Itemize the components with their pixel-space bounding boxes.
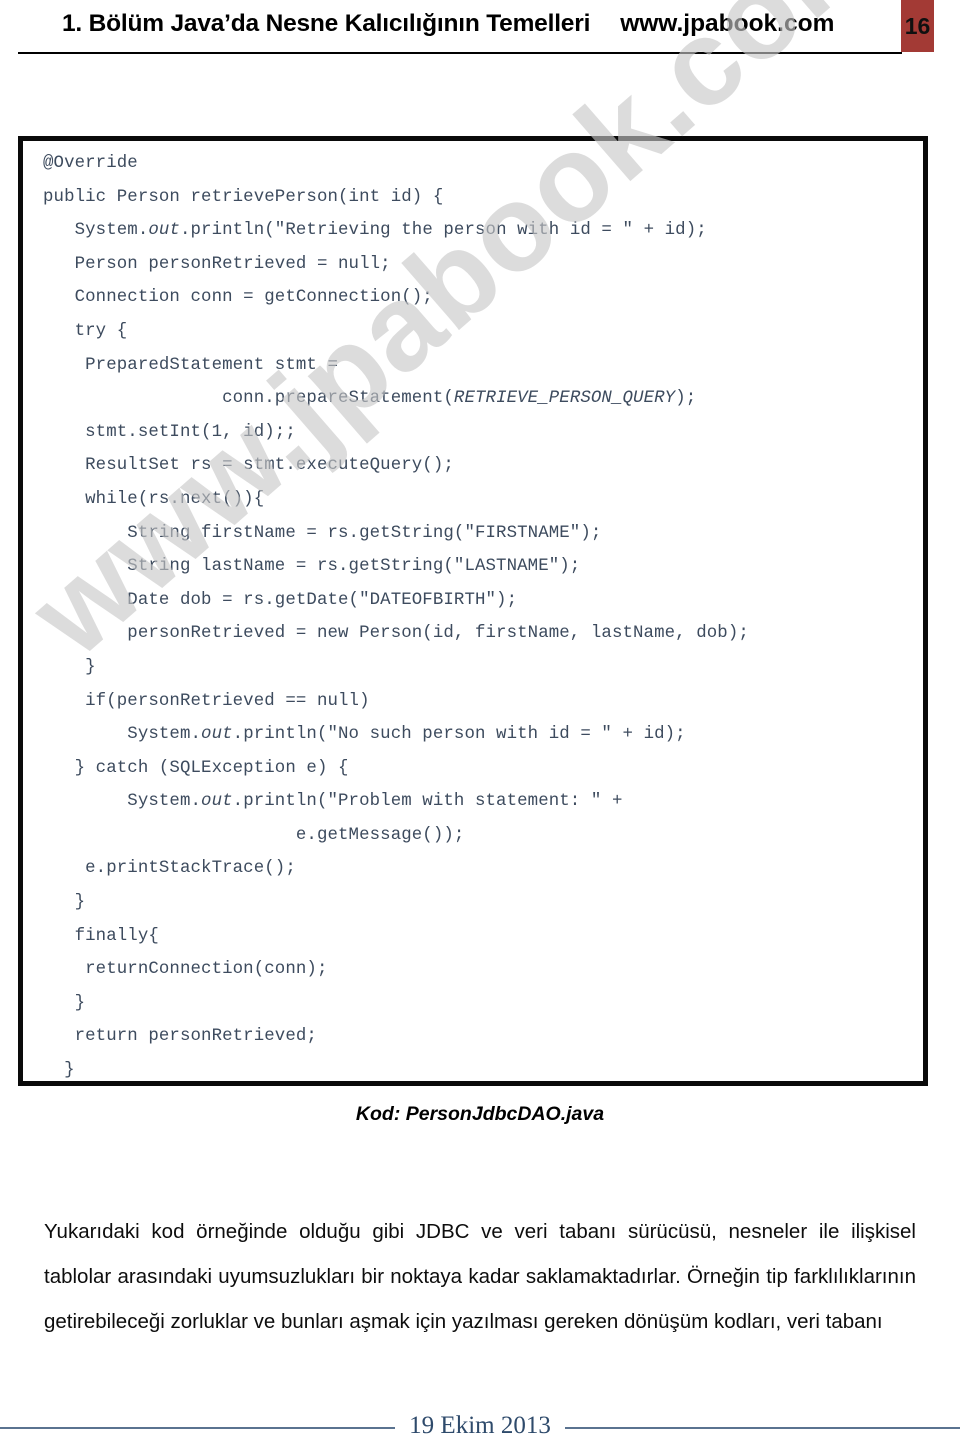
footer-date: 19 Ekim 2013 [409, 1412, 551, 1439]
code-line: System.out.println("Problem with stateme… [43, 792, 623, 812]
code-line: while(rs.next()){ [43, 489, 265, 509]
code-line: Person personRetrieved = null; [43, 254, 391, 274]
code-block: @Override public Person retrievePerson(in… [18, 136, 928, 1086]
page-number-badge: 16 [901, 0, 934, 52]
code-line: e.printStackTrace(); [43, 859, 296, 879]
code-line: finally{ [43, 926, 159, 946]
code-line: PreparedStatement stmt = [43, 355, 339, 375]
code-listing: @Override public Person retrievePerson(in… [43, 147, 919, 1088]
code-line: try { [43, 321, 128, 341]
code-line: if(personRetrieved == null) [43, 691, 370, 711]
code-line: personRetrieved = new Person(id, firstNa… [43, 624, 749, 644]
code-line: String lastName = rs.getString("LASTNAME… [43, 557, 581, 577]
body-text: Yukarıdaki kod örneğinde olduğu gibi JDB… [44, 1209, 916, 1344]
page-title: 1. Bölüm Java’da Nesne Kalıcılığının Tem… [62, 10, 591, 37]
code-line: } [43, 657, 96, 677]
code-line: System.out.println("No such person with … [43, 725, 686, 745]
code-line: e.getMessage()); [43, 825, 465, 845]
code-caption: Kod: PersonJdbcDAO.java [355, 1103, 605, 1125]
code-line: } [43, 993, 86, 1013]
footer-line-left [0, 1427, 396, 1429]
code-line: Date dob = rs.getDate("DATEOFBIRTH"); [43, 590, 518, 610]
code-line: stmt.setInt(1, id);; [43, 422, 296, 442]
code-line: String firstName = rs.getString("FIRSTNA… [43, 523, 602, 543]
header-site-url: www.jpabook.com [620, 10, 835, 37]
code-line: } [43, 893, 86, 913]
code-line: } [43, 1061, 75, 1081]
footer-line-right [564, 1427, 960, 1429]
header-divider [18, 52, 902, 54]
code-line: ResultSet rs = stmt.executeQuery(); [43, 456, 454, 476]
code-line: System.out.println("Retrieving the perso… [43, 221, 707, 241]
code-line: public Person retrievePerson(int id) { [43, 187, 444, 207]
header-title-row: 1. Bölüm Java’da Nesne Kalıcılığının Tem… [62, 10, 960, 38]
code-line: } catch (SQLException e) { [43, 758, 349, 778]
page-footer: 19 Ekim 2013 [0, 1408, 960, 1448]
body-paragraph: Yukarıdaki kod örneğinde olduğu gibi JDB… [44, 1220, 916, 1333]
code-line: @Override [43, 154, 138, 173]
code-line: conn.prepareStatement(RETRIEVE_PERSON_QU… [43, 389, 697, 409]
code-line: returnConnection(conn); [43, 960, 328, 980]
page-header: 1. Bölüm Java’da Nesne Kalıcılığının Tem… [0, 0, 960, 62]
code-line: Connection conn = getConnection(); [43, 288, 433, 308]
code-line: return personRetrieved; [43, 1027, 317, 1047]
